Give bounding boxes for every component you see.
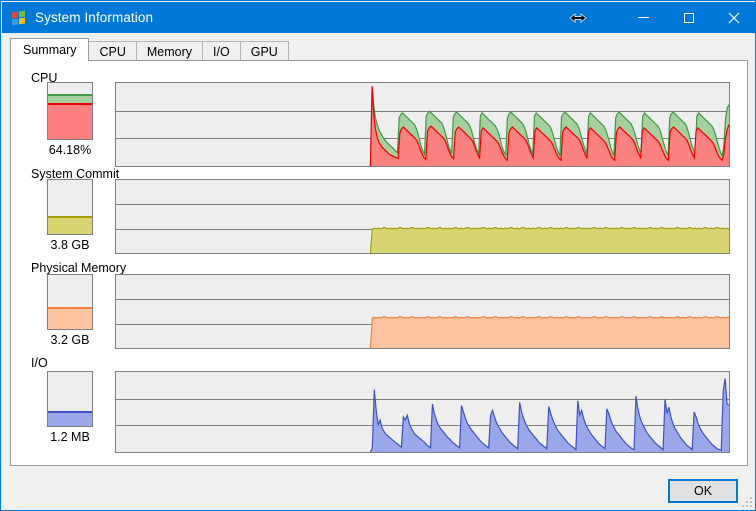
- ok-button[interactable]: OK: [668, 479, 738, 503]
- chart-physical-memory-history[interactable]: [115, 274, 730, 349]
- system-information-window: System Information Summary CPU Memory I/: [0, 0, 756, 511]
- gauge-value-cpu: 64.18%: [48, 143, 92, 157]
- gauge-system-commit: [47, 179, 93, 235]
- gauge-physical-memory: [47, 274, 93, 330]
- tab-gpu[interactable]: GPU: [239, 41, 289, 61]
- summary-panel: CPU 64.18% System Commit 3.8 GB Physical…: [10, 60, 748, 466]
- gauge-io: [47, 371, 93, 427]
- gauge-value-physical-memory: 3.2 GB: [50, 333, 90, 347]
- title-bar: System Information: [2, 2, 756, 33]
- section-label-physical-memory: Physical Memory: [31, 261, 127, 275]
- tab-cpu[interactable]: CPU: [88, 41, 137, 61]
- gauge-value-system-commit: 3.8 GB: [50, 238, 90, 252]
- chart-cpu-history[interactable]: [115, 82, 730, 167]
- resize-horizontal-cursor: [568, 11, 588, 25]
- window-title: System Information: [35, 10, 154, 25]
- chart-io-history[interactable]: [115, 371, 730, 453]
- gauge-value-io: 1.2 MB: [50, 430, 90, 444]
- chart-system-commit-history[interactable]: [115, 179, 730, 254]
- gauge-cpu: [47, 82, 93, 140]
- maximize-button[interactable]: [666, 2, 711, 33]
- windows-logo-icon: [11, 10, 27, 26]
- resize-grip[interactable]: [740, 495, 752, 507]
- tab-summary[interactable]: Summary: [10, 38, 90, 61]
- minimize-button[interactable]: [621, 2, 666, 33]
- section-label-io: I/O: [31, 356, 48, 370]
- close-button[interactable]: [711, 2, 756, 33]
- tab-io[interactable]: I/O: [202, 41, 241, 61]
- window-controls: [621, 2, 756, 33]
- tab-strip: Summary CPU Memory I/O GPU: [10, 38, 748, 61]
- tab-memory[interactable]: Memory: [135, 41, 204, 61]
